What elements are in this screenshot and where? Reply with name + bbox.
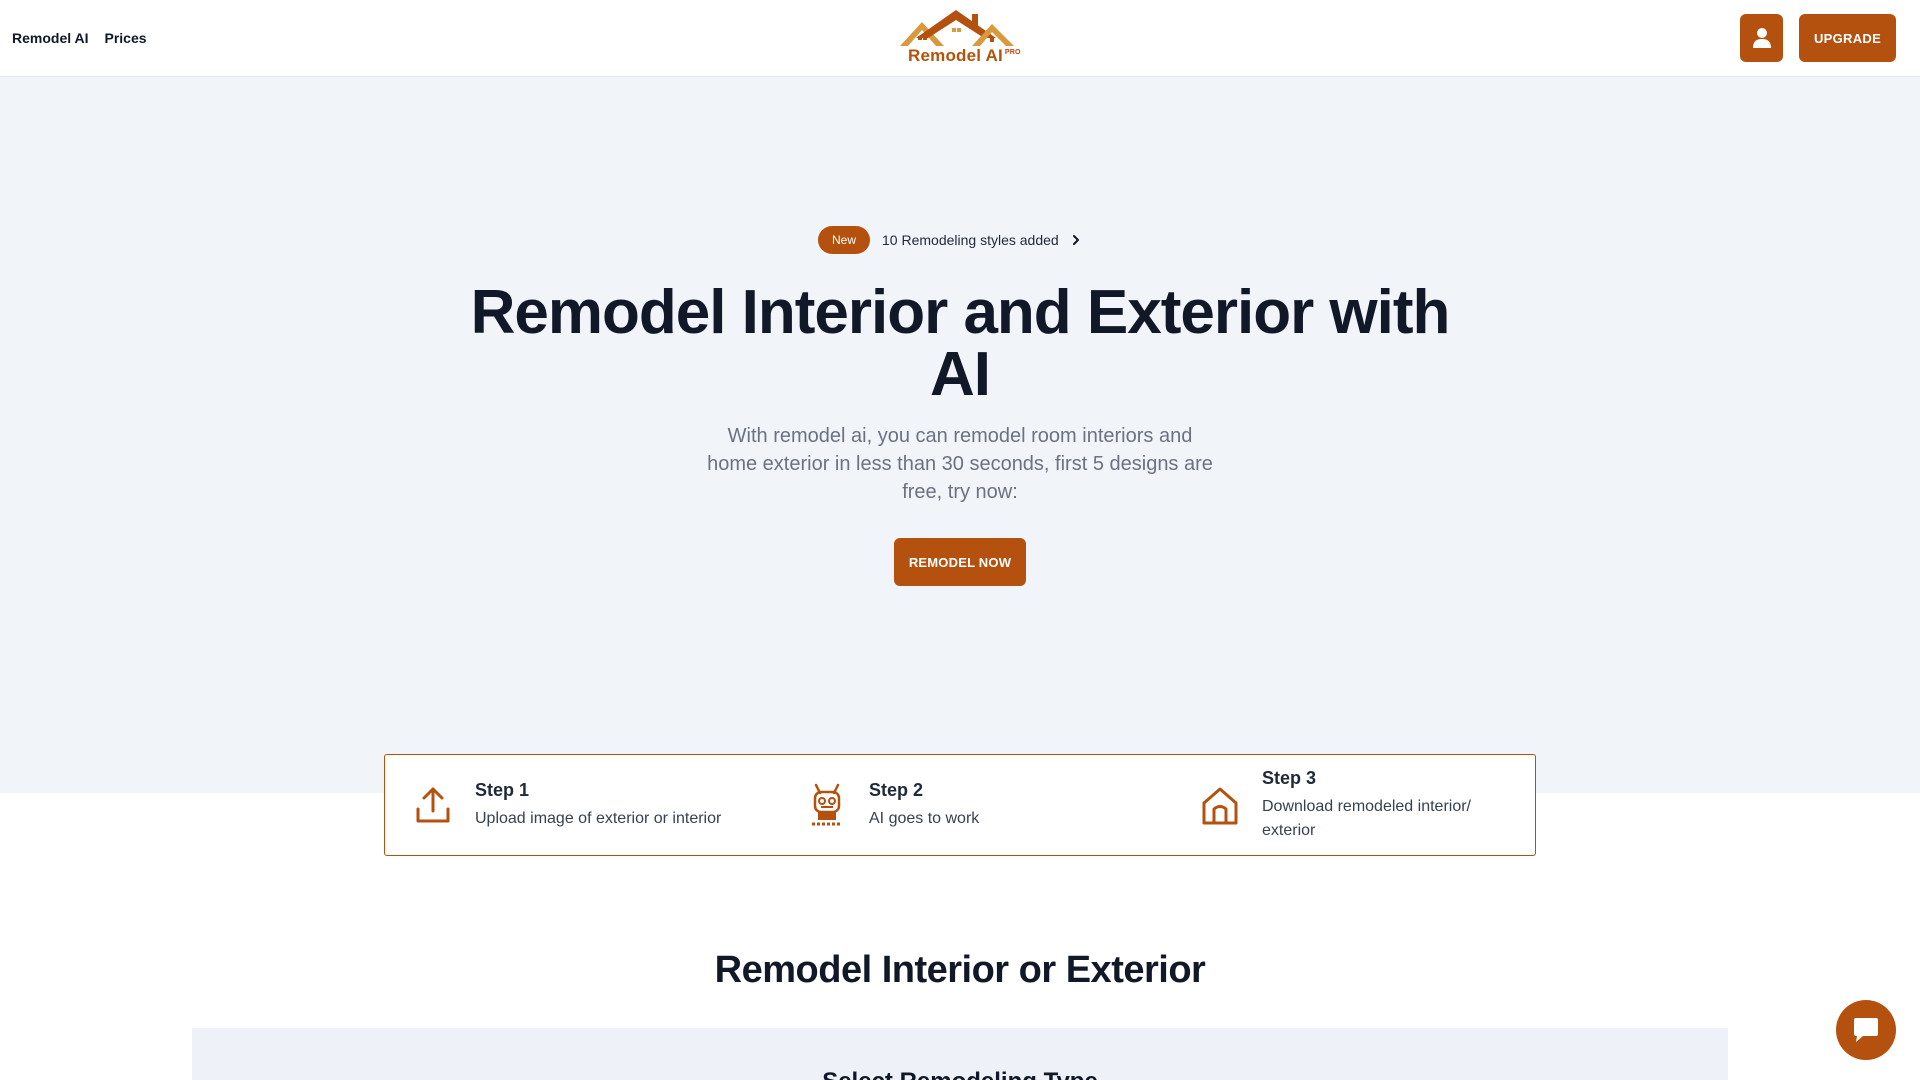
nav-links: Remodel AI Prices xyxy=(12,0,147,76)
new-badge: New xyxy=(818,226,871,254)
announcement-link[interactable]: New 10 Remodeling styles added xyxy=(818,226,1083,254)
step-3: Step 3 Download remodeled interior/ exte… xyxy=(1200,755,1482,855)
top-navbar: Remodel AI Prices Remodel AI PRO UPGRADE xyxy=(0,0,1920,77)
step-2-desc: AI goes to work xyxy=(869,809,980,827)
step-2-title: Step 2 xyxy=(869,779,924,800)
remodel-type-panel: Select Remodeling Type xyxy=(192,1028,1728,1080)
panel-title: Select Remodeling Type xyxy=(192,1068,1728,1080)
nav-link-prices[interactable]: Prices xyxy=(105,30,147,46)
announcement-text: 10 Remodeling styles added xyxy=(882,232,1059,248)
logo-text: Remodel AI xyxy=(908,46,1003,65)
step-1-desc: Upload image of exterior or interior xyxy=(475,809,722,827)
robot-icon xyxy=(807,783,847,827)
logo[interactable]: Remodel AI PRO xyxy=(896,8,1024,68)
chevron-right-icon xyxy=(1072,235,1079,245)
account-button[interactable] xyxy=(1740,14,1783,62)
home-icon xyxy=(1200,783,1240,827)
nav-link-remodel-ai[interactable]: Remodel AI xyxy=(12,30,89,46)
hero-title: Remodel Interior and Exterior with AI xyxy=(470,278,1451,409)
step-3-desc: Download remodeled interior/ exterior xyxy=(1262,797,1471,839)
steps-card: Step 1 Upload image of exterior or inter… xyxy=(384,754,1536,856)
section-title: Remodel Interior or Exterior xyxy=(714,949,1206,991)
step-2: Step 2 AI goes to work xyxy=(807,755,979,855)
hero-subtitle: With remodel ai, you can remodel room in… xyxy=(707,425,1213,503)
logo-pro-badge: PRO xyxy=(1004,49,1021,57)
upgrade-button[interactable]: UPGRADE xyxy=(1799,14,1896,62)
user-icon xyxy=(1752,28,1771,48)
house-roof-logo-icon xyxy=(900,10,1014,46)
upload-icon xyxy=(413,783,453,827)
chat-button[interactable] xyxy=(1836,1000,1896,1060)
logo-wordmark: Remodel AI PRO xyxy=(908,46,1021,66)
step-3-title: Step 3 xyxy=(1262,767,1317,788)
hero-section: New 10 Remodeling styles added Remodel I… xyxy=(0,77,1920,793)
step-1-title: Step 1 xyxy=(475,779,530,800)
step-1: Step 1 Upload image of exterior or inter… xyxy=(413,755,721,855)
remodel-now-button[interactable]: REMODEL NOW xyxy=(894,538,1026,586)
chat-bubble-icon xyxy=(1854,1018,1878,1042)
